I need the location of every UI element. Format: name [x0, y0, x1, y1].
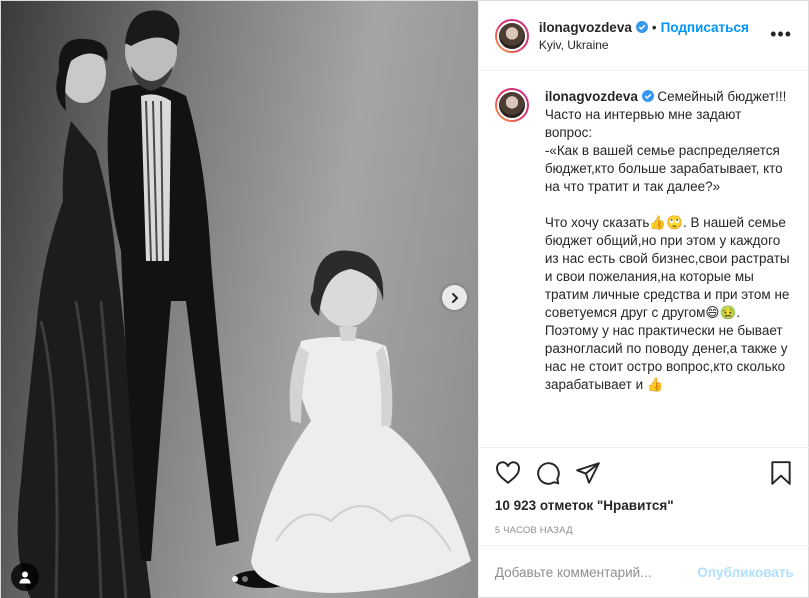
comment-input[interactable]: [494, 565, 698, 580]
location-link[interactable]: Kyiv, Ukraine: [539, 38, 749, 52]
caption-block: ilonagvozdeva Семейный бюджет!!! Часто н…: [479, 72, 809, 447]
verified-badge-icon: [641, 90, 654, 102]
caption-avatar[interactable]: [494, 88, 529, 122]
post-actions: 10 923 отметок "Нравится" 5 часов назад: [478, 447, 809, 536]
post-photo[interactable]: [1, 1, 478, 598]
next-slide-button[interactable]: [442, 285, 467, 310]
carousel-dots: [1, 576, 478, 582]
follow-button[interactable]: Подписаться: [661, 20, 749, 35]
chevron-right-icon: [451, 292, 458, 303]
verified-badge-icon: [635, 21, 648, 33]
carousel-dot: [242, 576, 248, 582]
carousel-dot-active: [232, 576, 238, 582]
caption-text: Семейный бюджет!!! Часто на интервью мне…: [544, 89, 790, 392]
more-options-button[interactable]: •••: [770, 25, 792, 43]
separator: •: [651, 19, 657, 35]
caption-text-container: ilonagvozdeva Семейный бюджет!!! Часто н…: [545, 88, 790, 447]
bookmark-icon[interactable]: [768, 460, 794, 486]
user-tag-icon: [19, 571, 31, 584]
photo-scene: [17, 10, 471, 598]
post-timestamp[interactable]: 5 часов назад: [495, 525, 794, 536]
avatar[interactable]: [494, 18, 529, 53]
comment-icon[interactable]: [535, 460, 561, 486]
comment-bar: Опубликовать: [478, 545, 809, 598]
publish-button[interactable]: Опубликовать: [697, 565, 793, 580]
username-link[interactable]: ilonagvozdeva: [539, 20, 632, 35]
likes-count[interactable]: 10 923 отметок "Нравится": [495, 498, 794, 513]
heart-icon[interactable]: [495, 460, 521, 486]
post-header: ilonagvozdeva • Подписаться Kyiv, Ukrain…: [478, 1, 808, 71]
post-side-panel: ilonagvozdeva • Подписаться Kyiv, Ukrain…: [477, 1, 809, 598]
user-tag-button[interactable]: [11, 563, 39, 591]
instagram-post: ilonagvozdeva • Подписаться Kyiv, Ukrain…: [0, 0, 809, 598]
share-icon[interactable]: [575, 460, 601, 486]
caption-username[interactable]: ilonagvozdeva: [545, 89, 638, 104]
